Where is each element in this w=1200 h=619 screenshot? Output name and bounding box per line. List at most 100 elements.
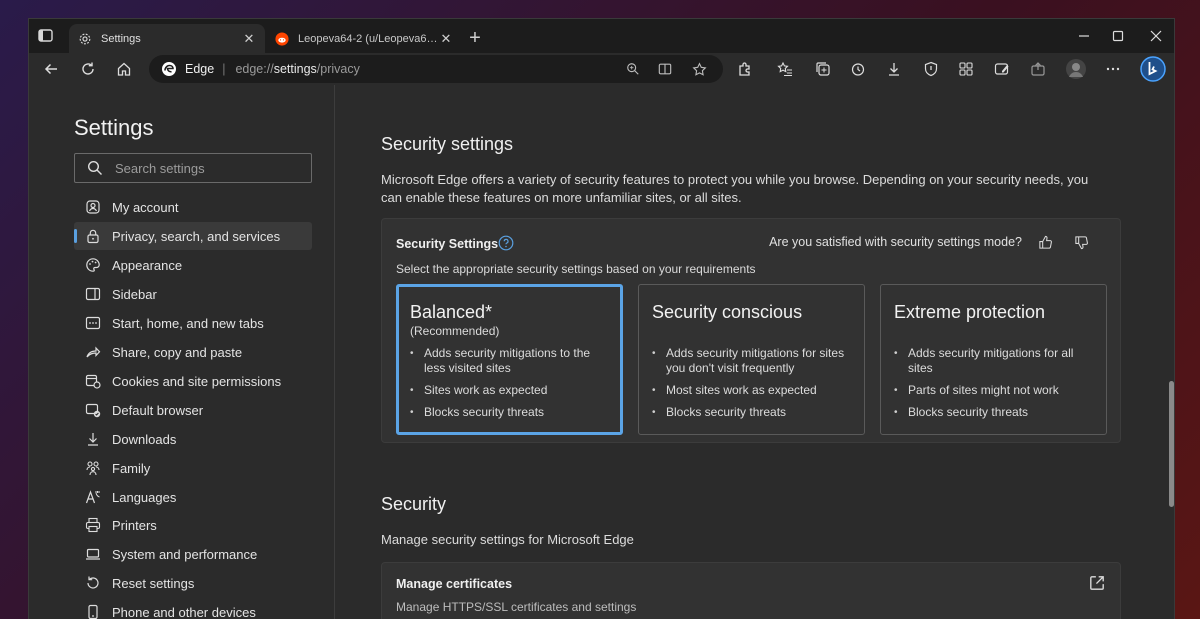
address-separator: | [222, 62, 226, 76]
title-bar: Settings ✕ Leopeva64-2 (u/Leopeva64-2) -… [29, 19, 1174, 53]
download-icon [84, 430, 102, 448]
url-path: settings [273, 62, 317, 76]
sidebar-item-cookies[interactable]: Cookies and site permissions [74, 367, 312, 395]
mode-extreme-protection-option[interactable]: Extreme protection Adds security mitigat… [880, 284, 1107, 435]
sidebar-icon [84, 285, 102, 303]
tab-actions-icon[interactable] [37, 28, 55, 44]
search-settings-input[interactable] [115, 160, 305, 176]
close-tab-icon[interactable]: ✕ [241, 31, 257, 47]
collections-icon[interactable] [811, 57, 835, 81]
search-settings-box[interactable] [74, 153, 312, 183]
mode-bullet: Blocks security threats [894, 405, 1093, 420]
apps-icon[interactable] [954, 57, 978, 81]
sidebar-item-label: Downloads [112, 431, 177, 447]
security-settings-card-subtitle: Select the appropriate security settings… [396, 262, 756, 276]
sidebar-item-label: Privacy, search, and services [112, 228, 281, 244]
security-description: Manage security settings for Microsoft E… [381, 532, 634, 547]
sidebar-item-label: My account [112, 199, 179, 215]
mode-title: Extreme protection [894, 302, 1046, 322]
tab-title: Settings [101, 32, 141, 45]
sidebar-item-label: System and performance [112, 546, 258, 562]
maximize-icon[interactable] [1101, 25, 1135, 47]
sidebar-title: Settings [74, 115, 154, 140]
sidebar-item-share-copy[interactable]: Share, copy and paste [74, 338, 312, 366]
page-scrollbar[interactable] [1169, 381, 1174, 507]
sidebar-item-start-home[interactable]: Start, home, and new tabs [74, 309, 312, 337]
feedback-question: Are you satisfied with security settings… [769, 235, 1022, 249]
history-icon[interactable] [846, 57, 870, 81]
palette-icon [84, 256, 102, 274]
external-link-icon[interactable] [1088, 574, 1106, 592]
tab-settings[interactable]: Settings ✕ [69, 24, 265, 53]
printer-icon [84, 516, 102, 534]
sidebar-item-sidebar[interactable]: Sidebar [74, 280, 312, 308]
home-icon[interactable] [112, 57, 136, 81]
tab-title: Leopeva64-2 (u/Leopeva64-2) - Reddit [298, 32, 438, 45]
mode-title: Security conscious [652, 302, 803, 322]
mode-bullet: Sites work as expected [410, 383, 609, 398]
mode-balanced-option[interactable]: Balanced* (Recommended) Adds security mi… [396, 284, 623, 435]
sidebar-item-label: Phone and other devices [112, 604, 256, 619]
gear-icon [77, 31, 93, 47]
sidebar-item-my-account[interactable]: My account [74, 193, 312, 221]
bing-chat-icon[interactable] [1139, 55, 1167, 83]
mode-bullet: Adds security mitigations for all sites [894, 346, 1093, 376]
share-icon [84, 343, 102, 361]
mode-bullet: Adds security mitigations for sites you … [652, 346, 851, 376]
mode-bullet: Blocks security threats [652, 405, 851, 420]
sidebar-item-default-browser[interactable]: Default browser [74, 396, 312, 424]
sidebar-item-family[interactable]: Family [74, 454, 312, 482]
thumbs-down-icon[interactable] [1072, 233, 1090, 251]
help-icon[interactable] [498, 235, 514, 251]
immersive-reader-icon[interactable] [655, 59, 675, 79]
sidebar-item-languages[interactable]: Languages [74, 483, 312, 511]
thumbs-up-icon[interactable] [1036, 233, 1054, 251]
security-heading: Security [381, 494, 447, 514]
minimize-icon[interactable] [1067, 25, 1101, 47]
profile-avatar[interactable] [1064, 57, 1088, 81]
lock-icon [84, 227, 102, 245]
mode-security-conscious-option[interactable]: Security conscious Adds security mitigat… [638, 284, 865, 435]
close-window-icon[interactable] [1139, 25, 1173, 47]
security-settings-heading: Security settings [381, 134, 514, 154]
web-capture-icon[interactable] [990, 57, 1014, 81]
sidebar-item-label: Cookies and site permissions [112, 373, 282, 389]
mode-bullet: Blocks security threats [410, 405, 609, 420]
favorites-icon[interactable] [773, 57, 797, 81]
zoom-icon[interactable] [623, 59, 643, 79]
mode-bullet: Most sites work as expected [652, 383, 851, 398]
extensions-icon[interactable] [733, 57, 757, 81]
sidebar-item-printers[interactable]: Printers [74, 511, 312, 539]
sidebar-item-downloads[interactable]: Downloads [74, 425, 312, 453]
manage-certificates-title: Manage certificates [396, 577, 513, 591]
more-options-icon[interactable] [1101, 57, 1125, 81]
laptop-icon [84, 545, 102, 563]
sidebar-item-reset[interactable]: Reset settings [74, 569, 312, 597]
languages-icon [84, 488, 102, 506]
sidebar-item-label: Appearance [112, 257, 183, 273]
refresh-icon[interactable] [76, 57, 100, 81]
sidebar-item-phone[interactable]: Phone and other devices [74, 598, 312, 619]
browser-essentials-icon[interactable] [919, 57, 943, 81]
back-icon[interactable] [39, 57, 63, 81]
sidebar-item-privacy[interactable]: Privacy, search, and services [74, 222, 312, 250]
home-tabs-icon [84, 314, 102, 332]
downloads-icon[interactable] [882, 57, 906, 81]
sidebar-item-appearance[interactable]: Appearance [74, 251, 312, 279]
close-tab-icon[interactable]: ✕ [438, 31, 454, 47]
manage-certificates-row[interactable]: Manage certificates Manage HTTPS/SSL cer… [381, 562, 1121, 619]
toolbar: Edge | edge:// settings /privacy [29, 53, 1174, 85]
address-bar[interactable]: Edge | edge:// settings /privacy [149, 55, 723, 83]
mode-bullet: Parts of sites might not work [894, 383, 1093, 398]
sidebar-item-system[interactable]: System and performance [74, 540, 312, 568]
settings-page: Settings My account Privacy, search, and… [29, 85, 1174, 619]
new-tab-button[interactable]: + [465, 27, 485, 49]
reset-icon [84, 574, 102, 592]
tab-reddit[interactable]: Leopeva64-2 (u/Leopeva64-2) - Reddit ✕ [266, 24, 462, 53]
sidebar-item-label: Sidebar [112, 286, 157, 302]
settings-sidebar: Settings My account Privacy, search, and… [29, 85, 335, 619]
share-icon[interactable] [1026, 57, 1050, 81]
sidebar-item-label: Start, home, and new tabs [112, 315, 264, 331]
family-icon [84, 459, 102, 477]
favorite-star-icon[interactable] [689, 59, 709, 79]
